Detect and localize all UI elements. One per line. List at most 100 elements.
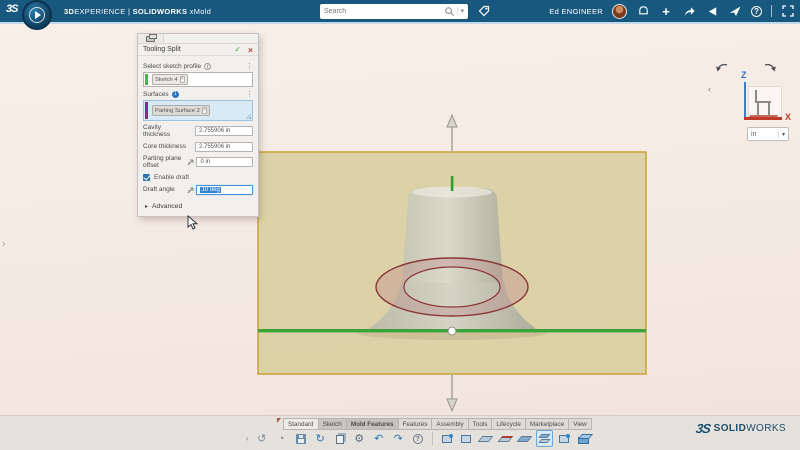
- draft-angle-value: 10 deg: [200, 187, 220, 193]
- mouse-cursor: [187, 215, 199, 231]
- core-thickness-value: 2.755906 in: [199, 144, 230, 150]
- core-thickness-label: Core thickness: [143, 143, 187, 150]
- draft-angle-label: Draft angle: [143, 186, 186, 193]
- surfaces-field[interactable]: Parting Surface 2 ×: [143, 100, 253, 121]
- share-arrow-icon[interactable]: [682, 4, 696, 18]
- 3d-compass[interactable]: [22, 0, 52, 30]
- advanced-section-toggle[interactable]: ▸ Advanced: [143, 201, 253, 211]
- core-thickness-input[interactable]: 2.755906 in: [195, 142, 253, 152]
- cavity-thickness-input[interactable]: 2.755906 in: [195, 126, 253, 136]
- rotate-left-icon[interactable]: [714, 62, 730, 76]
- tab-mold-features[interactable]: Mold Features: [347, 418, 399, 430]
- pull-direction-up-arrow: [447, 115, 457, 152]
- offset-direction-icon[interactable]: [186, 158, 197, 166]
- unit-value: in: [751, 131, 778, 138]
- save-icon[interactable]: [292, 430, 309, 447]
- tab-marketplace[interactable]: Marketplace: [526, 418, 569, 430]
- settings-gear-icon[interactable]: ⚙: [351, 430, 368, 447]
- tab-tools[interactable]: Tools: [469, 418, 493, 430]
- ok-check-icon[interactable]: ✓: [234, 45, 241, 54]
- insert-model-icon[interactable]: [438, 430, 455, 447]
- tooling-split-icon[interactable]: [536, 430, 553, 447]
- parting-plane-offset-input[interactable]: 0 in: [196, 157, 253, 167]
- advanced-expand-icon: ▸: [145, 203, 148, 210]
- mold-base-icon[interactable]: [575, 430, 592, 447]
- surfaces-menu-icon[interactable]: ⋮: [246, 90, 253, 98]
- view-cube-collapse-icon[interactable]: ‹: [708, 84, 711, 94]
- remove-sketch-icon[interactable]: ×: [180, 76, 185, 83]
- dialog-tab-strip: [138, 34, 258, 44]
- parting-line-icon[interactable]: [516, 430, 533, 447]
- draft-angle-input[interactable]: 10 deg: [196, 185, 253, 195]
- tag-icon[interactable]: [477, 4, 491, 18]
- search-bar[interactable]: ▾: [320, 4, 468, 19]
- sketch-profile-field[interactable]: Sketch 4 ×: [143, 72, 253, 87]
- enable-draft-label: Enable draft: [154, 174, 189, 181]
- tooling-split-tab[interactable]: [138, 34, 164, 43]
- core-cavity-icon[interactable]: [555, 430, 572, 447]
- sketch-axis-tick: [451, 176, 454, 191]
- parting-surface-icon[interactable]: [477, 430, 494, 447]
- search-input[interactable]: [320, 8, 444, 15]
- sketch-menu-icon[interactable]: ⋮: [246, 62, 253, 70]
- left-panel-expand-icon[interactable]: ›: [2, 238, 6, 250]
- dialog-title: Tooling Split: [143, 46, 234, 53]
- copy-icon[interactable]: [331, 430, 348, 447]
- surfaces-label: Surfaces: [143, 91, 169, 98]
- paper-plane-icon[interactable]: [728, 4, 742, 18]
- top-bar: 3S 3DEXPERIENCE | SOLIDWORKS xMold ▾ Ed …: [0, 0, 800, 22]
- undo-icon[interactable]: ↶: [370, 430, 387, 447]
- advanced-label: Advanced: [152, 203, 182, 210]
- draft-direction-icon[interactable]: [186, 186, 197, 194]
- enable-draft-checkbox[interactable]: [143, 174, 150, 181]
- import-icon[interactable]: ↺: [253, 430, 270, 447]
- tab-lifecycle[interactable]: Lifecycle: [492, 418, 526, 430]
- topbar-right-cluster: Ed ENGINEER + ?: [549, 0, 795, 22]
- collaborate-icon[interactable]: [705, 4, 719, 18]
- add-icon[interactable]: +: [659, 4, 673, 18]
- user-avatar[interactable]: [612, 4, 627, 19]
- part-silhouette-leg: [757, 103, 759, 115]
- compass-play-icon: [35, 11, 41, 19]
- shut-off-surface-icon[interactable]: [497, 430, 514, 447]
- cancel-x-icon[interactable]: ×: [248, 45, 253, 55]
- unit-caret-icon: ▾: [778, 131, 785, 138]
- topbar-separator: [771, 5, 772, 17]
- tab-assembly[interactable]: Assembly: [432, 418, 468, 430]
- remove-surface-icon[interactable]: ×: [202, 107, 207, 114]
- sketch-chip[interactable]: Sketch 4 ×: [152, 74, 188, 85]
- tab-view[interactable]: View: [569, 418, 592, 430]
- fullscreen-icon[interactable]: [781, 4, 795, 18]
- tooling-split-tab-icon: [146, 36, 155, 42]
- parting-plane-offset-value: 0 in: [200, 159, 210, 165]
- toolbar-help-icon[interactable]: ?: [409, 430, 426, 447]
- user-name[interactable]: Ed ENGINEER: [549, 7, 603, 16]
- orientation-triad[interactable]: Z X: [733, 74, 791, 132]
- surface-chip[interactable]: Parting Surface 2 ×: [152, 105, 210, 116]
- topbar-accent-line: [0, 22, 800, 24]
- app-title: 3DEXPERIENCE | SOLIDWORKS xMold: [64, 7, 211, 16]
- redo-icon[interactable]: ↷: [390, 430, 407, 447]
- tab-features[interactable]: Features: [399, 418, 433, 430]
- sketch-chip-label: Sketch 4: [155, 77, 178, 83]
- search-icon[interactable]: [444, 6, 455, 17]
- help-icon[interactable]: ?: [751, 6, 762, 17]
- history-icon[interactable]: ◔: [273, 430, 290, 447]
- x-axis-label: X: [785, 112, 791, 122]
- sync-icon[interactable]: ↻: [312, 430, 329, 447]
- machining-icon[interactable]: [458, 430, 475, 447]
- action-bar: Standard Sketch Mold Features Features A…: [0, 415, 800, 450]
- info-icon[interactable]: i: [204, 63, 211, 70]
- ds-logo-icon: 3S: [6, 3, 17, 15]
- 3d-viewport[interactable]: › ‹ Z X in ▾: [0, 24, 800, 415]
- tab-standard[interactable]: Standard: [283, 418, 319, 430]
- tab-sketch[interactable]: Sketch: [319, 418, 347, 430]
- brand-app: xMold: [190, 7, 212, 16]
- resize-handle[interactable]: [246, 114, 251, 119]
- toolbar-collapse-icon[interactable]: ‹: [246, 434, 249, 443]
- notifications-icon[interactable]: [636, 4, 650, 18]
- unit-selector[interactable]: in ▾: [747, 127, 789, 141]
- brand-experience: EXPERIENCE: [74, 7, 125, 16]
- model-scene[interactable]: [250, 112, 660, 414]
- search-scope-caret-icon[interactable]: ▾: [457, 7, 468, 15]
